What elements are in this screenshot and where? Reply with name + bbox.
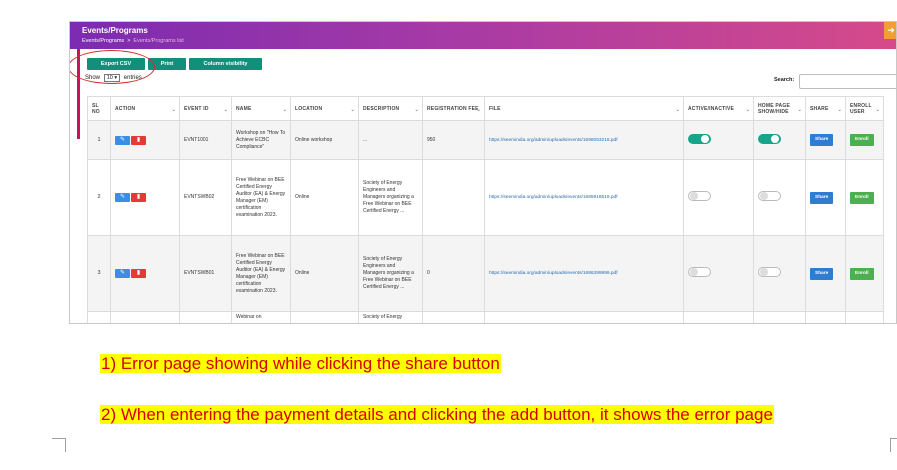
- name-cell: Webinar on: [231, 311, 291, 323]
- note-share-error: 1) Error page showing while clicking the…: [100, 354, 501, 374]
- description-cell: Society of Energy Engineers and Managers…: [358, 235, 423, 312]
- table-row: 3 ✎ ▮ EVNTSWB01 Free Webinar on BEE Certi…: [87, 235, 884, 312]
- fee-cell: 0: [422, 235, 485, 312]
- action-cell: ✎ ▮: [110, 120, 180, 160]
- search-label: Search:: [774, 77, 795, 83]
- col-file[interactable]: FILE ⌄: [484, 96, 684, 121]
- action-cell: ✎ ▮: [110, 235, 180, 312]
- embedded-screenshot: Events/Programs Events/Programs > Events/P…: [69, 21, 897, 324]
- share-cell: Share: [805, 159, 846, 236]
- active-toggle[interactable]: [688, 267, 711, 277]
- breadcrumb-item-root[interactable]: Events/Programs: [82, 38, 124, 44]
- enroll-cell: Enroll: [845, 159, 884, 236]
- event-id-cell: EVNTSWB02: [179, 159, 232, 236]
- edit-icon[interactable]: ✎: [115, 269, 130, 278]
- note-payment-error: 2) When entering the payment details and…: [100, 405, 774, 425]
- page-corner-mark-right: [890, 438, 897, 452]
- annotation-circle: [70, 50, 155, 84]
- name-cell: Free Webinar on BEE Certified Energy Aud…: [231, 235, 291, 312]
- home-toggle[interactable]: [758, 191, 781, 201]
- active-cell: [683, 235, 754, 312]
- breadcrumb-item-current: Events/Programs list: [133, 38, 184, 44]
- column-visibility-button[interactable]: Column visibility: [189, 58, 262, 70]
- arrow-right-icon[interactable]: ➜: [884, 22, 896, 39]
- share-button[interactable]: Share: [810, 134, 834, 146]
- file-link[interactable]: https://seemindia.org/admin/uploads/even…: [489, 138, 618, 143]
- file-cell: https://seemindia.org/admin/uploads/even…: [484, 235, 684, 312]
- home-cell: [753, 159, 806, 236]
- enroll-button[interactable]: Enroll: [850, 134, 874, 146]
- table-row-partial: Webinar on Society of Energy: [87, 311, 884, 323]
- home-toggle[interactable]: [758, 133, 781, 144]
- fee-cell: 950: [422, 120, 485, 160]
- col-description[interactable]: DESCRIPTION ⌄: [358, 96, 423, 121]
- col-sl-no[interactable]: SL NO: [87, 96, 111, 121]
- file-cell: https://seemindia.org/admin/uploads/even…: [484, 159, 684, 236]
- share-cell: Share: [805, 120, 846, 160]
- enroll-cell: Enroll: [845, 235, 884, 312]
- name-cell: Free Webinar on BEE Certified Energy Aud…: [231, 159, 291, 236]
- table-row: 2 ✎ ▮ EVNTSWB02 Free Webinar on BEE Certi…: [87, 159, 884, 236]
- fee-cell: [422, 159, 485, 236]
- col-registration-fee[interactable]: REGISTRATION FEE ⌄: [422, 96, 485, 121]
- col-location[interactable]: LOCATION ⌄: [290, 96, 359, 121]
- file-cell: https://seemindia.org/admin/uploads/even…: [484, 120, 684, 160]
- active-toggle[interactable]: [688, 133, 711, 144]
- location-cell: Online: [290, 235, 359, 312]
- home-cell: [753, 120, 806, 160]
- table-header-row: SL NO ACTION ⌄ EVENT ID ⌄ NAME ⌄ LOCATION ⌄ …: [87, 96, 884, 121]
- col-home-page[interactable]: HOME PAGE SHOW/HIDE ⌄: [753, 96, 806, 121]
- note-text: 2) When entering the payment details and…: [100, 405, 774, 424]
- col-action[interactable]: ACTION ⌄: [110, 96, 180, 121]
- share-button[interactable]: Share: [810, 267, 834, 280]
- trash-icon[interactable]: ▮: [131, 193, 146, 202]
- col-event-id[interactable]: EVENT ID ⌄: [179, 96, 232, 121]
- active-cell: [683, 120, 754, 160]
- location-cell: Online workshop: [290, 120, 359, 160]
- share-cell: Share: [805, 235, 846, 312]
- event-id-cell: EVNT1001: [179, 120, 232, 160]
- description-cell: Society of Energy Engineers and Managers…: [358, 159, 423, 236]
- description-cell: Society of Energy: [358, 311, 423, 323]
- description-cell: ...: [358, 120, 423, 160]
- event-id-cell: EVNTSWB01: [179, 235, 232, 312]
- search-input[interactable]: [799, 74, 896, 89]
- action-cell: ✎ ▮: [110, 159, 180, 236]
- home-cell: [753, 235, 806, 312]
- sl-no-cell: 1: [87, 120, 111, 160]
- file-link[interactable]: https://seemindia.org/admin/uploads/even…: [489, 195, 618, 200]
- active-cell: [683, 159, 754, 236]
- col-name[interactable]: NAME ⌄: [231, 96, 291, 121]
- sl-no-cell: 3: [87, 235, 111, 312]
- col-share[interactable]: SHARE ⌄: [805, 96, 846, 121]
- name-cell: Workshop on "How To Achieve ECBC Complia…: [231, 120, 291, 160]
- active-toggle[interactable]: [688, 191, 711, 201]
- enroll-button[interactable]: Enroll: [850, 191, 874, 204]
- edit-icon[interactable]: ✎: [115, 135, 130, 145]
- page-header: Events/Programs Events/Programs > Events/P…: [70, 22, 896, 49]
- page-title: Events/Programs: [82, 26, 148, 35]
- table-row: 1 ✎ ▮ EVNT1001 Workshop on "How To Achiev…: [87, 120, 884, 160]
- trash-icon[interactable]: ▮: [131, 269, 146, 278]
- note-text: 1) Error page showing while clicking the…: [100, 354, 501, 373]
- enroll-cell: Enroll: [845, 120, 884, 160]
- share-button[interactable]: Share: [810, 191, 834, 204]
- col-active-inactive[interactable]: ACTIVE/INACTIVE ⌄: [683, 96, 754, 121]
- sl-no-cell: 2: [87, 159, 111, 236]
- location-cell: Online: [290, 159, 359, 236]
- trash-icon[interactable]: ▮: [131, 135, 146, 145]
- edit-icon[interactable]: ✎: [115, 193, 130, 202]
- page-corner-mark-left: [52, 438, 66, 452]
- home-toggle[interactable]: [758, 267, 781, 277]
- events-table: SL NO ACTION ⌄ EVENT ID ⌄ NAME ⌄ LOCATION ⌄ …: [87, 96, 884, 323]
- enroll-button[interactable]: Enroll: [850, 267, 874, 280]
- breadcrumb: Events/Programs > Events/Programs list: [82, 38, 184, 44]
- breadcrumb-separator: >: [127, 38, 131, 44]
- col-enroll-user[interactable]: ENROLL USER ⌄: [845, 96, 884, 121]
- file-link[interactable]: https://seemindia.org/admin/uploads/even…: [489, 271, 618, 276]
